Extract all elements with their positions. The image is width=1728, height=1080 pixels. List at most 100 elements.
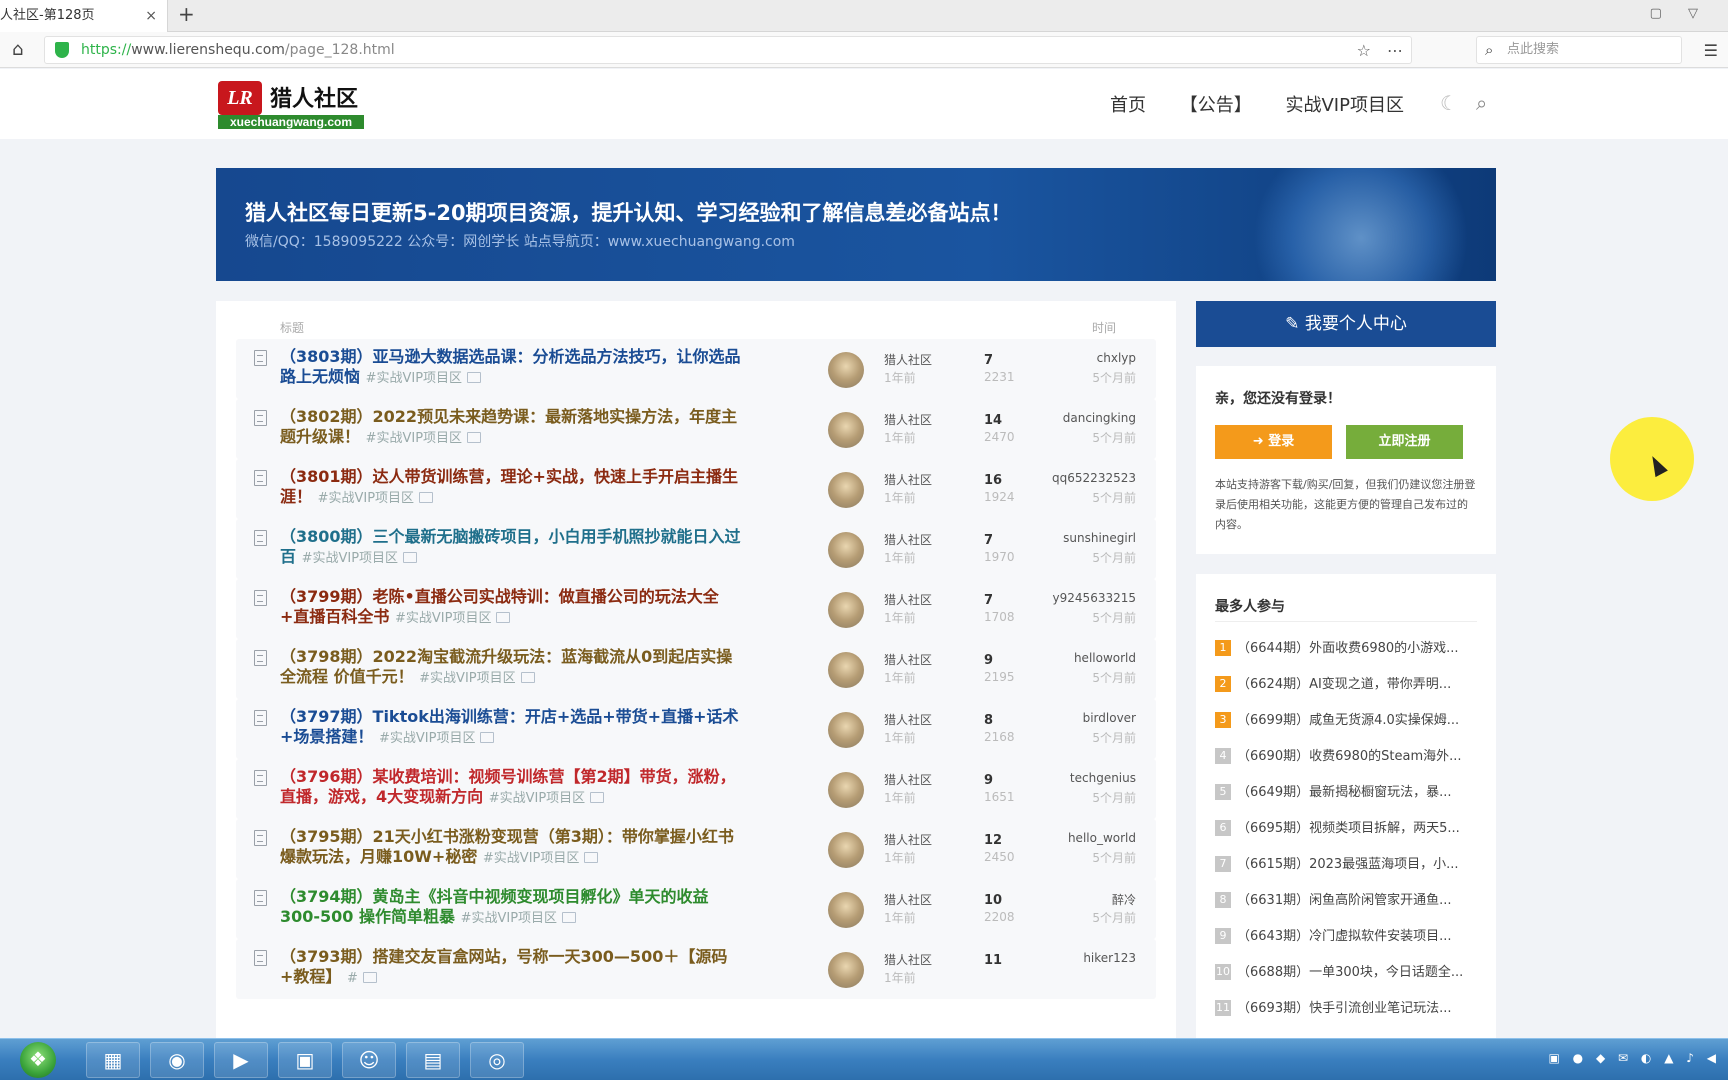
post-tag[interactable]: #实战VIP项目区 bbox=[489, 791, 585, 806]
post-title[interactable]: （3800期）三个最新无脑搬砖项目，小白用手机照抄就能日入过百 #实战VIP项目… bbox=[280, 527, 748, 569]
taskbar-app-qq[interactable]: ☺ bbox=[342, 1042, 396, 1078]
taskbar-app-video[interactable]: ▶ bbox=[214, 1042, 268, 1078]
post-tag[interactable]: #实战VIP项目区 bbox=[366, 431, 462, 446]
post-author[interactable]: 猎人社区 bbox=[884, 711, 932, 728]
last-reply-user[interactable]: y9245633215 bbox=[1053, 591, 1136, 605]
avatar[interactable] bbox=[828, 952, 864, 988]
last-reply-user[interactable]: chxlyp bbox=[1097, 351, 1136, 365]
post-tag[interactable]: #实战VIP项目区 bbox=[419, 671, 515, 686]
last-reply-user[interactable]: helloworld bbox=[1074, 651, 1136, 665]
close-icon[interactable]: × bbox=[145, 0, 157, 32]
tray-icon[interactable]: ◆ bbox=[1596, 1051, 1605, 1065]
taskbar-app-browser[interactable]: ◉ bbox=[150, 1042, 204, 1078]
star-icon[interactable]: ☆ bbox=[1357, 41, 1371, 60]
list-item[interactable]: （3799期）老陈•直播公司实战特训：做直播公司的玩法大全+直播百科全书 #实战… bbox=[236, 579, 1156, 639]
nav-announcement[interactable]: 【公告】 bbox=[1180, 91, 1252, 117]
popular-item-text[interactable]: （6693期）快手引流创业笔记玩法... bbox=[1237, 1001, 1451, 1016]
site-logo[interactable]: LR 猎人社区 xuechuangwang.com bbox=[218, 81, 368, 129]
list-item[interactable]: （3793期）搭建交友盲盒网站，号称一天300—500＋【源码+教程】 # 猎人社… bbox=[236, 939, 1156, 999]
popular-item-text[interactable]: （6695期）视频类项目拆解，两天5... bbox=[1237, 821, 1460, 836]
post-author[interactable]: 猎人社区 bbox=[884, 411, 932, 428]
post-tag[interactable]: #实战VIP项目区 bbox=[302, 551, 398, 566]
post-tag[interactable]: #实战VIP项目区 bbox=[366, 371, 462, 386]
last-reply-user[interactable]: hiker123 bbox=[1083, 951, 1136, 965]
post-title[interactable]: （3799期）老陈•直播公司实战特训：做直播公司的玩法大全+直播百科全书 #实战… bbox=[280, 587, 748, 629]
post-author[interactable]: 猎人社区 bbox=[884, 351, 932, 368]
popular-item[interactable]: 5 （6649期）最新揭秘橱窗玩法，暴... bbox=[1215, 781, 1485, 801]
avatar[interactable] bbox=[828, 592, 864, 628]
post-tag[interactable]: #实战VIP项目区 bbox=[461, 911, 557, 926]
post-tag[interactable]: #实战VIP项目区 bbox=[483, 851, 579, 866]
start-button[interactable]: ❖ bbox=[20, 1042, 56, 1078]
avatar[interactable] bbox=[828, 652, 864, 688]
popular-item[interactable]: 3 （6699期）咸鱼无货源4.0实操保姆... bbox=[1215, 709, 1485, 729]
post-author[interactable]: 猎人社区 bbox=[884, 591, 932, 608]
list-item[interactable]: （3803期）亚马逊大数据选品课：分析选品方法技巧，让你选品路上无烦恼 #实战V… bbox=[236, 339, 1156, 399]
tray-icon[interactable]: ▲ bbox=[1664, 1051, 1673, 1065]
popular-item-text[interactable]: （6615期）2023最强蓝海项目，小... bbox=[1237, 857, 1459, 872]
volume-icon[interactable]: ◀ bbox=[1707, 1051, 1716, 1065]
search-icon[interactable]: ⌕ bbox=[1476, 91, 1487, 115]
taskbar-app-slides[interactable]: ▤ bbox=[406, 1042, 460, 1078]
menu-icon[interactable]: ☰ bbox=[1704, 41, 1718, 60]
post-title[interactable]: （3797期）Tiktok出海训练营：开店+选品+带货+直播+话术+场景搭建！ … bbox=[280, 707, 748, 749]
user-center-button[interactable]: ✎ 我要个人中心 bbox=[1196, 301, 1496, 347]
post-title[interactable]: （3802期）2022预见未来趋势课：最新落地实操方法，年度主题升级课！ #实战… bbox=[280, 407, 748, 449]
last-reply-user[interactable]: qq652232523 bbox=[1052, 471, 1136, 485]
post-tag[interactable]: #实战VIP项目区 bbox=[395, 611, 491, 626]
post-tag[interactable]: #实战VIP项目区 bbox=[318, 491, 414, 506]
popular-item[interactable]: 7 （6615期）2023最强蓝海项目，小... bbox=[1215, 853, 1485, 873]
popular-item-text[interactable]: （6631期）闲鱼高阶闲管家开通鱼... bbox=[1237, 893, 1451, 908]
list-item[interactable]: （3801期）达人带货训练营，理论+实战，快速上手开启主播生涯！ #实战VIP项… bbox=[236, 459, 1156, 519]
list-item[interactable]: （3800期）三个最新无脑搬砖项目，小白用手机照抄就能日入过百 #实战VIP项目… bbox=[236, 519, 1156, 579]
popular-item[interactable]: 9 （6643期）冷门虚拟软件安装项目... bbox=[1215, 925, 1485, 945]
popular-item[interactable]: 8 （6631期）闲鱼高阶闲管家开通鱼... bbox=[1215, 889, 1485, 909]
nav-vip[interactable]: 实战VIP项目区 bbox=[1285, 91, 1403, 117]
tab-count-icon[interactable]: ▢ bbox=[1650, 6, 1662, 21]
list-item[interactable]: （3802期）2022预见未来趋势课：最新落地实操方法，年度主题升级课！ #实战… bbox=[236, 399, 1156, 459]
last-reply-user[interactable]: techgenius bbox=[1070, 771, 1136, 785]
post-title[interactable]: （3801期）达人带货训练营，理论+实战，快速上手开启主播生涯！ #实战VIP项… bbox=[280, 467, 748, 509]
post-author[interactable]: 猎人社区 bbox=[884, 531, 932, 548]
register-button[interactable]: 立即注册 bbox=[1346, 425, 1463, 459]
tray-icon[interactable]: ✉ bbox=[1618, 1051, 1628, 1065]
popular-item-text[interactable]: （6699期）咸鱼无货源4.0实操保姆... bbox=[1237, 713, 1459, 728]
popular-item[interactable]: 2 （6624期）AI变现之道，带你弄明... bbox=[1215, 673, 1485, 693]
list-item[interactable]: （3794期）黄岛主《抖音中视频变现项目孵化》单天的收益300-500 操作简单… bbox=[236, 879, 1156, 939]
popular-item-text[interactable]: （6688期）一单300块，今日话题全... bbox=[1237, 965, 1463, 980]
avatar[interactable] bbox=[828, 412, 864, 448]
post-author[interactable]: 猎人社区 bbox=[884, 951, 932, 968]
popular-item-text[interactable]: （6649期）最新揭秘橱窗玩法，暴... bbox=[1237, 785, 1451, 800]
url-text[interactable]: https://www.lierenshequ.com/page_128.htm… bbox=[81, 42, 395, 58]
taskbar-app-files[interactable]: ▣ bbox=[278, 1042, 332, 1078]
list-item[interactable]: （3796期）某收费培训：视频号训练营【第2期】带货，涨粉，直播，游戏，4大变现… bbox=[236, 759, 1156, 819]
popular-item-text[interactable]: （6643期）冷门虚拟软件安装项目... bbox=[1237, 929, 1451, 944]
tray-icon[interactable]: ● bbox=[1573, 1051, 1583, 1065]
post-title[interactable]: （3803期）亚马逊大数据选品课：分析选品方法技巧，让你选品路上无烦恼 #实战V… bbox=[280, 347, 748, 389]
list-item[interactable]: （3798期）2022淘宝截流升级玩法：蓝海截流从0到起店实操全流程 价值千元！… bbox=[236, 639, 1156, 699]
tray-icon[interactable]: ◐ bbox=[1641, 1051, 1651, 1065]
post-title[interactable]: （3798期）2022淘宝截流升级玩法：蓝海截流从0到起店实操全流程 价值千元！… bbox=[280, 647, 748, 689]
avatar[interactable] bbox=[828, 352, 864, 388]
last-reply-user[interactable]: 醉冷 bbox=[1112, 891, 1136, 908]
post-title[interactable]: （3793期）搭建交友盲盒网站，号称一天300—500＋【源码+教程】 # bbox=[280, 947, 748, 989]
address-bar[interactable]: https://www.lierenshequ.com/page_128.htm… bbox=[44, 36, 1412, 64]
post-author[interactable]: 猎人社区 bbox=[884, 651, 932, 668]
post-title-text[interactable]: （3797期）Tiktok出海训练营：开店+选品+带货+直播+话术+场景搭建！ bbox=[280, 707, 738, 746]
login-button[interactable]: ➜ 登录 bbox=[1215, 425, 1332, 459]
more-icon[interactable]: ⋯ bbox=[1387, 41, 1403, 60]
tray-icon[interactable]: ▣ bbox=[1548, 1051, 1559, 1065]
nav-home[interactable]: 首页 bbox=[1110, 91, 1146, 117]
avatar[interactable] bbox=[828, 532, 864, 568]
post-author[interactable]: 猎人社区 bbox=[884, 771, 932, 788]
post-title[interactable]: （3794期）黄岛主《抖音中视频变现项目孵化》单天的收益300-500 操作简单… bbox=[280, 887, 748, 929]
post-title-text[interactable]: （3803期）亚马逊大数据选品课：分析选品方法技巧，让你选品路上无烦恼 bbox=[280, 347, 741, 386]
browser-tab[interactable]: 人社区-第128页 × bbox=[0, 0, 168, 32]
browser-search-input[interactable]: ⌕ 点此搜索 bbox=[1476, 36, 1682, 64]
post-title[interactable]: （3796期）某收费培训：视频号训练营【第2期】带货，涨粉，直播，游戏，4大变现… bbox=[280, 767, 748, 809]
popular-item[interactable]: 1 （6644期）外面收费6980的小游戏... bbox=[1215, 637, 1485, 657]
popular-item-text[interactable]: （6690期）收费6980的Steam海外... bbox=[1237, 749, 1462, 764]
popular-item[interactable]: 4 （6690期）收费6980的Steam海外... bbox=[1215, 745, 1485, 765]
avatar[interactable] bbox=[828, 772, 864, 808]
popular-item-text[interactable]: （6624期）AI变现之道，带你弄明... bbox=[1237, 677, 1451, 692]
